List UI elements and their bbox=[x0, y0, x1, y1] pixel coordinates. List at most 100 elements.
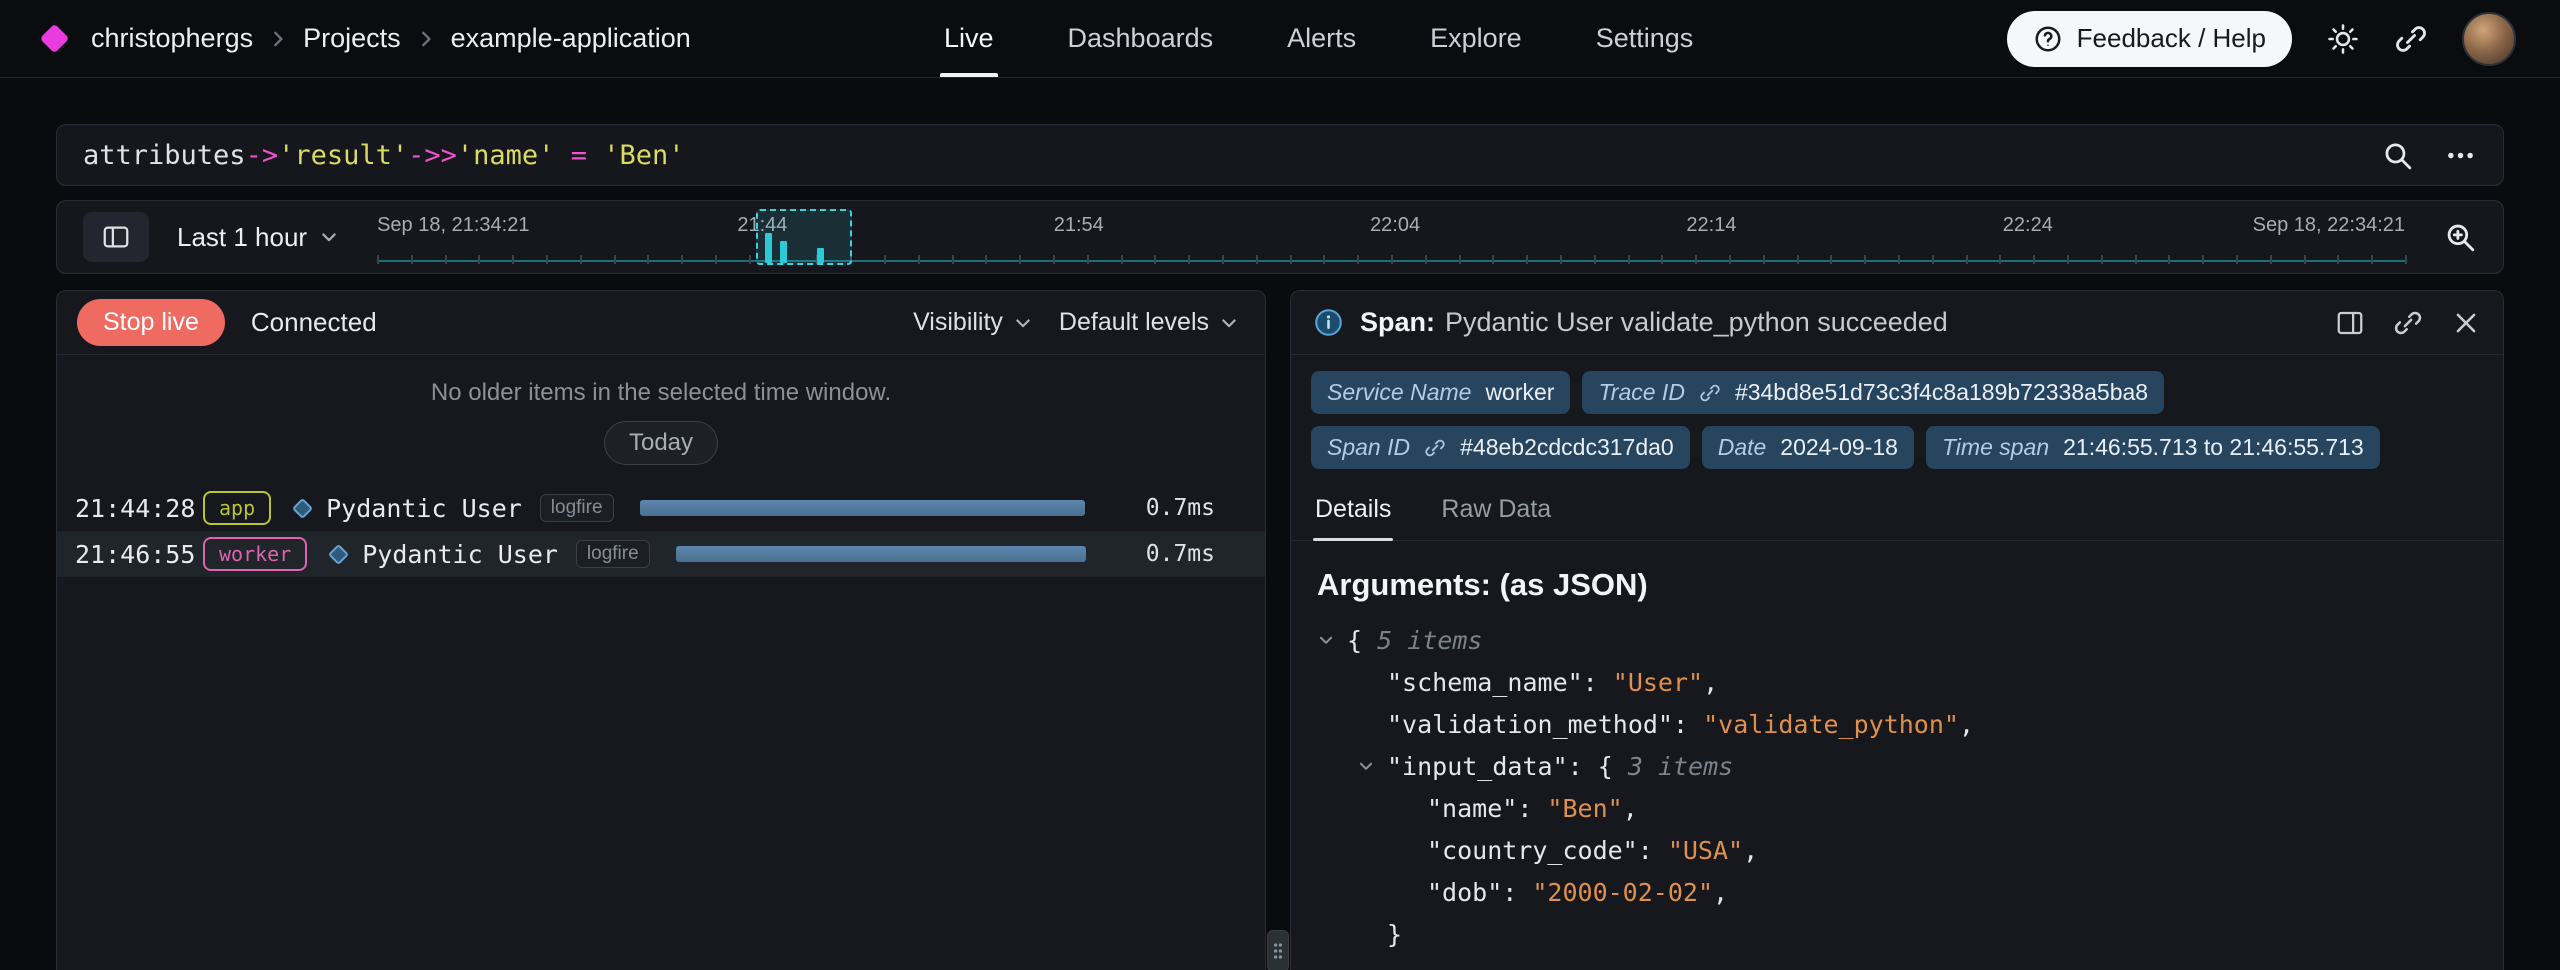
timeline-tick bbox=[445, 255, 447, 264]
span-meta-label: Service Name bbox=[1327, 379, 1471, 406]
timeline-tick bbox=[715, 255, 717, 264]
zoom-in-icon[interactable] bbox=[2443, 220, 2477, 254]
trace-row-service-tag[interactable]: app bbox=[203, 491, 271, 525]
timeline-tick bbox=[1830, 255, 1832, 264]
visibility-label: Visibility bbox=[913, 308, 1003, 337]
timeline-tick bbox=[2135, 255, 2137, 264]
logfire-logo-icon[interactable] bbox=[40, 24, 70, 54]
json-token: "country_code" bbox=[1427, 836, 1638, 865]
trace-row-time: 21:46:55 bbox=[75, 540, 203, 569]
json-token: "User" bbox=[1613, 668, 1703, 697]
trace-list: 21:44:28appPydantic Userlogfire0.7ms21:4… bbox=[57, 485, 1265, 970]
timeline-tick bbox=[1256, 255, 1258, 264]
trace-row-scope-badge: logfire bbox=[540, 494, 614, 522]
live-panel-header: Stop live Connected Visibility Default l… bbox=[57, 291, 1265, 355]
json-token: : bbox=[1583, 668, 1613, 697]
span-meta-pill[interactable]: Service Nameworker bbox=[1311, 371, 1570, 414]
nav-item-label: Dashboards bbox=[1068, 23, 1214, 54]
copy-link-icon[interactable] bbox=[2393, 308, 2423, 338]
json-collapse-caret[interactable] bbox=[1357, 757, 1387, 775]
timeline-tick bbox=[1290, 255, 1292, 264]
trace-row-service-tag[interactable]: worker bbox=[203, 537, 307, 571]
span-meta-value: 2024-09-18 bbox=[1780, 434, 1898, 461]
span-meta-pill[interactable]: Trace ID#34bd8e51d73c3f4c8a189b72338a5ba… bbox=[1582, 371, 2164, 414]
today-button[interactable]: Today bbox=[604, 421, 718, 465]
json-line: } bbox=[1317, 913, 2477, 955]
trace-row[interactable]: 21:44:28appPydantic Userlogfire0.7ms bbox=[57, 485, 1265, 531]
search-icon[interactable] bbox=[2381, 139, 2414, 172]
timeline-tick bbox=[512, 255, 514, 264]
span-meta-label: Time span bbox=[1942, 434, 2049, 461]
json-token: : bbox=[1502, 878, 1532, 907]
timeline-tick bbox=[1695, 255, 1697, 264]
trace-row[interactable]: 21:46:55workerPydantic Userlogfire0.7ms bbox=[57, 531, 1265, 577]
json-collapse-caret[interactable] bbox=[1317, 631, 1347, 649]
json-token: , bbox=[1959, 710, 1974, 739]
trace-row-duration-track bbox=[676, 546, 1099, 562]
breadcrumb-project[interactable]: example-application bbox=[451, 23, 691, 54]
time-range-label: Last 1 hour bbox=[177, 222, 307, 253]
default-levels-dropdown[interactable]: Default levels bbox=[1059, 308, 1239, 337]
json-token: "validate_python" bbox=[1703, 710, 1959, 739]
timeline-tick bbox=[1999, 255, 2001, 264]
time-range-selector[interactable]: Last 1 hour bbox=[177, 222, 339, 253]
timeline-tick bbox=[2304, 255, 2306, 264]
span-detail-content: Arguments: (as JSON) { 5 items"schema_na… bbox=[1291, 541, 2503, 955]
timeline-tick bbox=[1628, 255, 1630, 264]
panel-resize-handle[interactable] bbox=[1267, 930, 1289, 970]
query-input[interactable]: attributes->'result'->>'name' = 'Ben' bbox=[83, 140, 685, 171]
share-link-icon[interactable] bbox=[2394, 22, 2428, 56]
tab-raw-data[interactable]: Raw Data bbox=[1439, 481, 1553, 540]
timeline-tick bbox=[1729, 255, 1731, 264]
span-detail-panel: Span:Pydantic User validate_python succe… bbox=[1290, 290, 2504, 970]
span-meta-pill[interactable]: Span ID#48eb2cdcdc317da0 bbox=[1311, 426, 1690, 469]
feedback-help-button[interactable]: Feedback / Help bbox=[2007, 11, 2292, 67]
breadcrumb-org[interactable]: christophergs bbox=[91, 23, 253, 54]
span-meta-pill[interactable]: Date2024-09-18 bbox=[1702, 426, 1914, 469]
timeline-tick bbox=[377, 255, 379, 264]
tab-details[interactable]: Details bbox=[1313, 481, 1393, 540]
timeline-tick bbox=[1492, 255, 1494, 264]
timeline-tick-label: 21:54 bbox=[1054, 214, 1104, 237]
empty-state: No older items in the selected time wind… bbox=[57, 355, 1265, 485]
timeline-tick bbox=[1661, 255, 1663, 264]
more-options-icon[interactable] bbox=[2444, 139, 2477, 172]
json-token: "2000-02-02" bbox=[1532, 878, 1713, 907]
chevron-down-icon bbox=[1013, 313, 1033, 333]
visibility-dropdown[interactable]: Visibility bbox=[913, 308, 1033, 337]
chevron-right-icon bbox=[415, 28, 437, 50]
timeline-histogram-bar bbox=[817, 248, 824, 263]
span-meta-value: #34bd8e51d73c3f4c8a189b72338a5ba8 bbox=[1735, 379, 2148, 406]
timeline-canvas[interactable]: Sep 18, 21:34:2121:4421:5422:0422:1422:2… bbox=[377, 201, 2405, 273]
span-meta-pill[interactable]: Time span21:46:55.713 to 21:46:55.713 bbox=[1926, 426, 2380, 469]
query-actions bbox=[2381, 139, 2477, 172]
timeline-tick bbox=[1391, 255, 1393, 264]
timeline-tick bbox=[1966, 255, 1968, 264]
stop-live-button[interactable]: Stop live bbox=[77, 299, 225, 346]
span-diamond-icon bbox=[292, 497, 313, 518]
live-view-panel: Stop live Connected Visibility Default l… bbox=[56, 290, 1266, 970]
query-bar[interactable]: attributes->'result'->>'name' = 'Ben' bbox=[56, 124, 2504, 186]
breadcrumb-projects[interactable]: Projects bbox=[303, 23, 401, 54]
nav-item-explore[interactable]: Explore bbox=[1426, 0, 1526, 77]
nav-item-dashboards[interactable]: Dashboards bbox=[1064, 0, 1218, 77]
nav-item-live[interactable]: Live bbox=[940, 0, 998, 77]
theme-toggle-icon[interactable] bbox=[2326, 22, 2360, 56]
json-token: "name" bbox=[1427, 794, 1517, 823]
user-avatar[interactable] bbox=[2462, 12, 2516, 66]
close-icon[interactable] bbox=[2451, 308, 2481, 338]
trace-row-duration-track bbox=[640, 500, 1099, 516]
json-token: "Ben" bbox=[1547, 794, 1622, 823]
timeline-tick bbox=[2405, 255, 2407, 264]
timeline-tick bbox=[985, 255, 987, 264]
timeline-tick bbox=[2033, 255, 2035, 264]
sidebar-toggle-button[interactable] bbox=[83, 212, 149, 262]
timeline-tick bbox=[1425, 255, 1427, 264]
nav-item-alerts[interactable]: Alerts bbox=[1283, 0, 1360, 77]
json-token: "validation_method" bbox=[1387, 710, 1673, 739]
json-token: } bbox=[1387, 920, 1402, 949]
nav-item-settings[interactable]: Settings bbox=[1592, 0, 1698, 77]
timeline-tick bbox=[1188, 255, 1190, 264]
expand-panel-icon[interactable] bbox=[2335, 308, 2365, 338]
json-token: , bbox=[1713, 878, 1728, 907]
